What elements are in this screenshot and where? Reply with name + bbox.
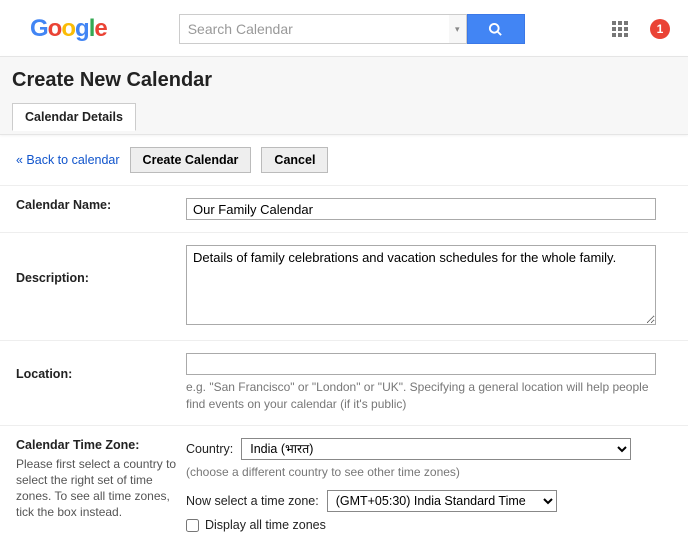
action-row: « Back to calendar Create Calendar Cance… xyxy=(0,135,688,185)
tab-calendar-details[interactable]: Calendar Details xyxy=(12,103,136,131)
section-timezone: Calendar Time Zone: Please first select … xyxy=(0,425,688,544)
section-name: Calendar Name: xyxy=(0,185,688,232)
display-all-timezones-label[interactable]: Display all time zones xyxy=(186,518,672,532)
label-location: Location: xyxy=(16,367,72,381)
search-input[interactable] xyxy=(179,14,449,44)
search-icon xyxy=(488,22,503,37)
search-wrap: ▾ xyxy=(179,14,525,44)
apps-icon[interactable] xyxy=(612,21,628,37)
timezone-help: Please first select a country to select … xyxy=(16,456,186,521)
google-logo[interactable]: Google xyxy=(30,15,107,43)
country-select[interactable]: India (भारत) xyxy=(241,438,631,460)
calendar-name-input[interactable] xyxy=(186,198,656,220)
back-to-calendar-link[interactable]: « Back to calendar xyxy=(16,153,120,167)
location-input[interactable] xyxy=(186,353,656,375)
section-location: Location: e.g. "San Francisco" or "Londo… xyxy=(0,340,688,425)
country-hint: (choose a different country to see other… xyxy=(186,464,666,481)
location-hint: e.g. "San Francisco" or "London" or "UK"… xyxy=(186,379,666,413)
display-all-timezones-text: Display all time zones xyxy=(205,518,326,532)
display-all-timezones-checkbox[interactable] xyxy=(186,519,199,532)
label-calendar-name: Calendar Name: xyxy=(16,198,111,212)
label-timezone: Calendar Time Zone: xyxy=(16,438,186,452)
search-dropdown-toggle[interactable]: ▾ xyxy=(449,14,467,44)
label-select-timezone: Now select a time zone: xyxy=(186,494,319,508)
notifications-badge[interactable]: 1 xyxy=(650,19,670,39)
notif-count: 1 xyxy=(657,22,664,36)
section-description: Description: xyxy=(0,232,688,340)
timezone-select[interactable]: (GMT+05:30) India Standard Time xyxy=(327,490,557,512)
top-bar: Google ▾ 1 xyxy=(0,0,688,56)
top-right: 1 xyxy=(612,19,670,39)
page-title: Create New Calendar xyxy=(12,69,676,92)
cancel-button[interactable]: Cancel xyxy=(261,147,328,173)
label-country: Country: xyxy=(186,442,233,456)
label-description: Description: xyxy=(16,271,89,285)
page-header: Create New Calendar Calendar Details xyxy=(0,56,688,135)
description-textarea[interactable] xyxy=(186,245,656,325)
search-button[interactable] xyxy=(467,14,525,44)
create-calendar-button[interactable]: Create Calendar xyxy=(130,147,252,173)
